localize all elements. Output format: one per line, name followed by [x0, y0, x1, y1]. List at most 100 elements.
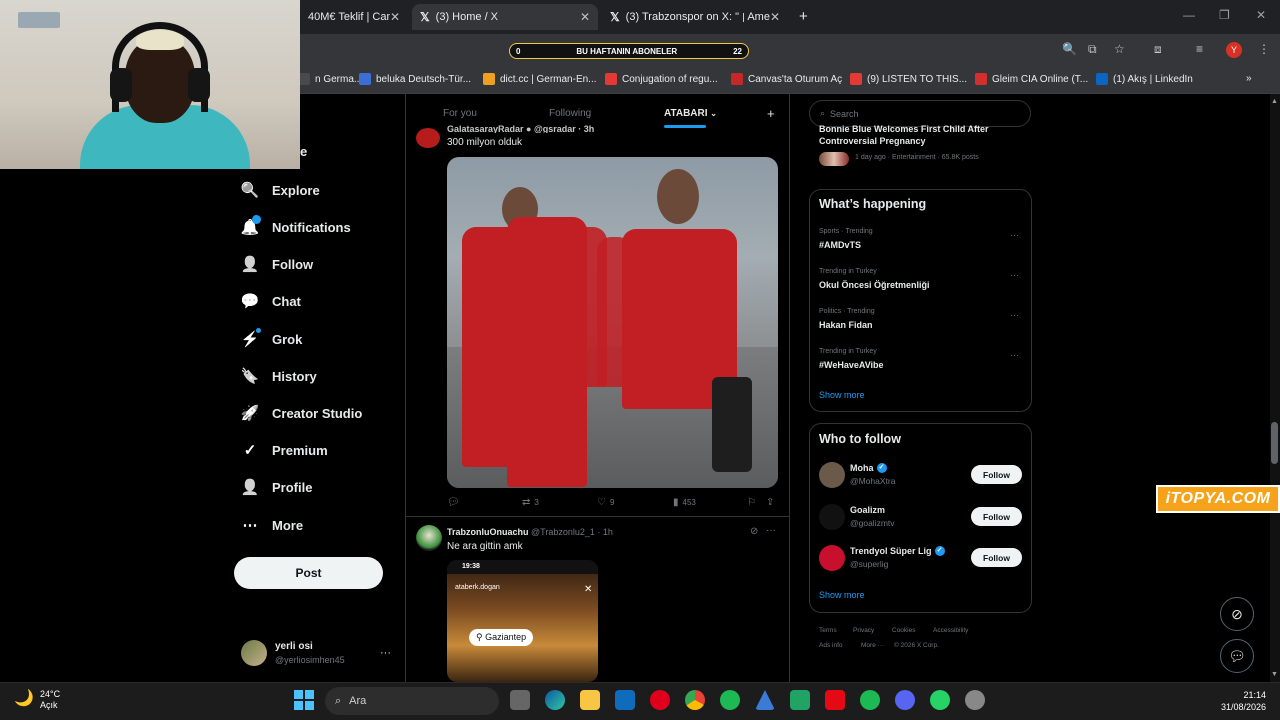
- menu-kebab-icon[interactable]: ⋮: [1258, 42, 1270, 56]
- more-icon[interactable]: ···: [766, 525, 776, 536]
- media-control-icon[interactable]: ≡: [1196, 42, 1203, 56]
- follow-name[interactable]: Trendyol Süper Lig ✓: [850, 546, 945, 556]
- follow-avatar[interactable]: [819, 462, 845, 488]
- nav-item-follow[interactable]: 👤 Follow: [241, 252, 314, 276]
- news-title[interactable]: Bonnie Blue Welcomes First Child After: [819, 124, 989, 133]
- account-avatar[interactable]: [241, 640, 267, 666]
- trend-name[interactable]: Okul Öncesi Öğretmenliği: [819, 280, 930, 290]
- install-app-icon[interactable]: ⧉: [1088, 42, 1097, 57]
- search-input[interactable]: ⌕ Search: [809, 100, 1031, 127]
- bookmark-item[interactable]: beluka Deutsch-Tür...: [359, 73, 471, 85]
- tab-following[interactable]: Following: [549, 108, 591, 119]
- tweet-avatar[interactable]: [416, 525, 442, 551]
- follow-button[interactable]: Follow: [971, 548, 1022, 567]
- nav-item-more[interactable]: ⋯ More: [241, 513, 304, 537]
- netflix-icon[interactable]: [825, 690, 845, 710]
- scroll-up-icon[interactable]: ▲: [1271, 98, 1278, 105]
- trend-more-icon[interactable]: ···: [1010, 270, 1019, 280]
- system-clock[interactable]: 21:14 31/08/2026: [1212, 689, 1266, 713]
- reply-button[interactable]: 💬︎: [447, 497, 464, 508]
- grok-icon[interactable]: ⊘: [750, 526, 758, 537]
- extensions-icon[interactable]: ⧈: [1154, 42, 1162, 57]
- file-explorer-icon[interactable]: [580, 690, 600, 710]
- close-icon[interactable]: ✕: [390, 10, 400, 24]
- trends-show-more[interactable]: Show more: [819, 390, 865, 400]
- news-title-line2[interactable]: Controversial Pregnancy: [819, 136, 926, 146]
- taskbar-search[interactable]: ⌕ Ara: [325, 687, 499, 715]
- follow-show-more[interactable]: Show more: [819, 590, 865, 600]
- bookmark-item[interactable]: Conjugation of regu...: [605, 73, 718, 85]
- account-name[interactable]: yerli osi: [275, 641, 313, 652]
- footer-link[interactable]: Accessibility: [933, 627, 968, 634]
- add-tab-button[interactable]: +: [767, 106, 775, 121]
- bookmark-item[interactable]: Canvas'ta Oturum Aç: [731, 73, 842, 85]
- window-close-icon[interactable]: ✕: [1256, 8, 1266, 22]
- new-tab-button[interactable]: +: [799, 8, 808, 25]
- account-menu-icon[interactable]: ···: [380, 647, 391, 659]
- bookmark-item[interactable]: Gleim CIA Online (T...: [975, 73, 1088, 85]
- follow-name[interactable]: Moha ✓: [850, 463, 887, 473]
- task-view-icon[interactable]: [510, 690, 530, 710]
- like-button[interactable]: ♡ 9: [597, 497, 614, 508]
- scroll-down-icon[interactable]: ▼: [1271, 671, 1278, 678]
- nav-item-chat[interactable]: 💬 Chat: [241, 289, 301, 313]
- settings-icon[interactable]: [965, 690, 985, 710]
- trend-name[interactable]: #WeHaveAVibe: [819, 360, 884, 370]
- zoom-icon[interactable]: 🔍: [1062, 42, 1077, 56]
- footer-link[interactable]: More ···: [861, 642, 884, 649]
- nav-item-creator-studio[interactable]: 🚀 Creator Studio: [241, 401, 363, 425]
- retweet-button[interactable]: ⇄ 3: [522, 497, 539, 508]
- bookmark-star-icon[interactable]: ☆: [1114, 42, 1125, 56]
- discord-icon[interactable]: [895, 690, 915, 710]
- whatsapp-icon[interactable]: [930, 690, 950, 710]
- share-button[interactable]: ⇪: [766, 497, 778, 508]
- restore-icon[interactable]: ❐: [1219, 8, 1230, 22]
- chat-float-button[interactable]: 💬︎: [1220, 639, 1254, 673]
- tweet-author[interactable]: TrabzonluOnuachu @Trabzonlu2_1 · 1h: [447, 527, 613, 537]
- follow-button[interactable]: Follow: [971, 465, 1022, 484]
- follow-button[interactable]: Follow: [971, 507, 1022, 526]
- spotify-icon[interactable]: [720, 690, 740, 710]
- tab-for-you[interactable]: For you: [443, 108, 477, 119]
- bookmark-item[interactable]: (1) Akış | LinkedIn: [1096, 73, 1193, 85]
- profile-avatar[interactable]: Y: [1226, 42, 1242, 58]
- minimize-icon[interactable]: —: [1183, 8, 1195, 22]
- windows-start-icon[interactable]: [294, 690, 314, 710]
- opera-icon[interactable]: [650, 690, 670, 710]
- footer-link[interactable]: Privacy: [853, 627, 874, 634]
- follow-avatar[interactable]: [819, 504, 845, 530]
- tweet-header[interactable]: GalatasarayRadar ● @gsradar · 3h: [447, 124, 594, 133]
- tweet-media-image[interactable]: [447, 157, 778, 488]
- trend-name[interactable]: Hakan Fidan: [819, 320, 873, 330]
- trend-name[interactable]: #AMDvTS: [819, 240, 861, 250]
- browser-tab[interactable]: 𝕏 (3) Trabzonspor on X: " Ame ✕: [602, 4, 788, 30]
- edge-icon[interactable]: [545, 690, 565, 710]
- trend-more-icon[interactable]: ···: [1010, 230, 1019, 240]
- chrome-icon[interactable]: [685, 690, 705, 710]
- nav-item-explore[interactable]: 🔍 Explore: [241, 178, 320, 202]
- scrollbar-thumb[interactable]: [1271, 422, 1278, 464]
- nav-item-grok[interactable]: ⚡ Grok: [241, 327, 303, 351]
- nav-item-premium[interactable]: ✓ Premium: [241, 438, 328, 462]
- page-scrollbar[interactable]: [1270, 94, 1280, 682]
- footer-link[interactable]: Terms: [819, 627, 837, 634]
- close-icon[interactable]: ✕: [580, 10, 590, 24]
- bookmark-item[interactable]: dict.cc | German-En...: [483, 73, 597, 85]
- tweet-avatar[interactable]: [416, 128, 440, 148]
- bookmark-item[interactable]: n Germa...: [298, 73, 362, 85]
- grok-float-button[interactable]: ⊘: [1220, 597, 1254, 631]
- nav-item-profile[interactable]: 👤 Profile: [241, 475, 313, 499]
- nav-item-history[interactable]: 🔖 History: [241, 364, 317, 388]
- bookmark-button[interactable]: ⚐: [747, 497, 760, 508]
- footer-link[interactable]: Ads info: [819, 642, 843, 649]
- follow-name[interactable]: Goalizm: [850, 505, 885, 515]
- weather-widget[interactable]: 24°C Açık: [40, 689, 60, 711]
- spotify-icon[interactable]: [860, 690, 880, 710]
- trend-more-icon[interactable]: ···: [1010, 350, 1019, 360]
- post-button[interactable]: Post: [234, 557, 383, 589]
- close-icon[interactable]: ✕: [770, 10, 780, 24]
- tweet-media-image[interactable]: 19:38 ataberk.dogan ✕: [447, 560, 598, 682]
- views-button[interactable]: ▮ 453: [673, 497, 696, 508]
- trend-more-icon[interactable]: ···: [1010, 310, 1019, 320]
- follow-avatar[interactable]: [819, 545, 845, 571]
